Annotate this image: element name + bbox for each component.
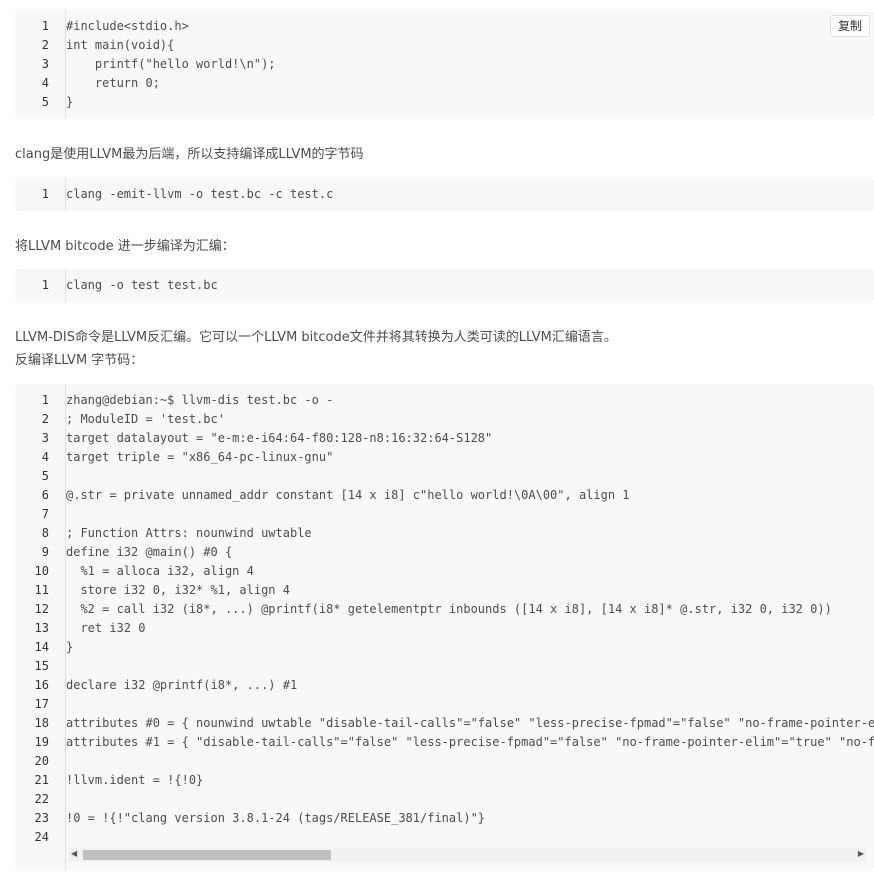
code-line: 23 !0 = !{!"clang version 3.8.1-24 (tags/… bbox=[15, 809, 874, 828]
code-line: 3 printf("hello world!\n"); bbox=[15, 55, 874, 74]
code-text: !0 = !{!"clang version 3.8.1-24 (tags/RE… bbox=[66, 811, 486, 825]
horizontal-scrollbar[interactable]: ◀ ▶ bbox=[69, 848, 866, 862]
code-line: 21 !llvm.ident = !{!0} bbox=[15, 771, 874, 790]
line-number: 21 bbox=[34, 773, 49, 787]
code-line: 7 bbox=[15, 505, 874, 524]
line-number: 3 bbox=[41, 431, 49, 445]
line-number: 20 bbox=[34, 754, 49, 768]
paragraph-disassemble: 反编译LLVM 字节码： bbox=[15, 353, 144, 368]
code-text: ret i32 0 bbox=[66, 621, 146, 635]
code-text: attributes #1 = { "disable-tail-calls"="… bbox=[66, 735, 874, 749]
line-number: 11 bbox=[34, 583, 49, 597]
code-text: target datalayout = "e-m:e-i64:64-f80:12… bbox=[66, 431, 493, 445]
code-line: 8 ; Function Attrs: nounwind uwtable bbox=[15, 524, 874, 543]
code-text: store i32 0, i32* %1, align 4 bbox=[66, 583, 290, 597]
line-number: 6 bbox=[41, 488, 49, 502]
code-text: int main(void){ bbox=[66, 38, 175, 52]
line-number: 3 bbox=[41, 57, 49, 71]
code-text: printf("hello world!\n"); bbox=[66, 57, 276, 71]
code-text: return 0; bbox=[66, 76, 160, 90]
copy-button[interactable]: 复制 bbox=[829, 15, 870, 37]
code-line: 6 @.str = private unnamed_addr constant [… bbox=[15, 486, 874, 505]
line-number: 1 bbox=[41, 278, 49, 292]
code-line: 15 bbox=[15, 657, 874, 676]
code-text: attributes #0 = { nounwind uwtable "disa… bbox=[66, 716, 874, 730]
paragraph-llvm-dis: LLVM-DIS命令是LLVM反汇编。它可以一个LLVM bitcode文件并将… bbox=[15, 330, 617, 345]
code-line: 16 declare i32 @printf(i8*, ...) #1 bbox=[15, 676, 874, 695]
code-text: zhang@debian:~$ llvm-dis test.bc -o - bbox=[66, 393, 334, 407]
code-text: ; ModuleID = 'test.bc' bbox=[66, 412, 225, 426]
code-text: #include<stdio.h> bbox=[66, 19, 189, 33]
line-number: 15 bbox=[34, 659, 49, 673]
line-number: 12 bbox=[34, 602, 49, 616]
line-number: 24 bbox=[34, 830, 49, 844]
code-line: 9 define i32 @main() #0 { bbox=[15, 543, 874, 562]
code-line: 1 zhang@debian:~$ llvm-dis test.bc -o - bbox=[15, 391, 874, 410]
code-line: 24 bbox=[15, 828, 874, 847]
line-number: 8 bbox=[41, 526, 49, 540]
line-number: 9 bbox=[41, 545, 49, 559]
code-text: } bbox=[66, 640, 74, 654]
code-line: 1 clang -emit-llvm -o test.bc -c test.c bbox=[15, 185, 874, 204]
code-text: clang -emit-llvm -o test.bc -c test.c bbox=[66, 187, 334, 201]
code-line: 22 bbox=[15, 790, 874, 809]
code-text: } bbox=[66, 95, 74, 109]
line-number: 22 bbox=[34, 792, 49, 806]
code-line: 19 attributes #1 = { "disable-tail-calls"… bbox=[15, 733, 874, 752]
code-line: 12 %2 = call i32 (i8*, ...) @printf(i8* … bbox=[15, 600, 874, 619]
code-line: 1 #include<stdio.h> bbox=[15, 17, 874, 36]
line-number: 7 bbox=[41, 507, 49, 521]
code-line: 2 ; ModuleID = 'test.bc' bbox=[15, 410, 874, 429]
code-text: ; Function Attrs: nounwind uwtable bbox=[66, 526, 312, 540]
code-text: define i32 @main() #0 { bbox=[66, 545, 233, 559]
code-line: 17 bbox=[15, 695, 874, 714]
scroll-left-arrow-icon[interactable]: ◀ bbox=[71, 849, 77, 858]
line-number: 4 bbox=[41, 76, 49, 90]
paragraph-clang: clang是使用LLVM最为后端，所以支持编译成LLVM的字节码 bbox=[15, 147, 364, 162]
code-block-source: 1 #include<stdio.h> 2 int main(void){ 3 prin… bbox=[15, 10, 874, 118]
code-line: 11 store i32 0, i32* %1, align 4 bbox=[15, 581, 874, 600]
code-line: 10 %1 = alloca i32, align 4 bbox=[15, 562, 874, 581]
code-line: 2 int main(void){ bbox=[15, 36, 874, 55]
code-text: clang -o test test.bc bbox=[66, 278, 218, 292]
scrollbar-thumb[interactable] bbox=[83, 850, 331, 860]
line-number: 19 bbox=[34, 735, 49, 749]
code-text: @.str = private unnamed_addr constant [1… bbox=[66, 488, 630, 502]
code-text: declare i32 @printf(i8*, ...) #1 bbox=[66, 678, 298, 692]
code-text: %1 = alloca i32, align 4 bbox=[66, 564, 254, 578]
code-block-llvm-ir: 1 zhang@debian:~$ llvm-dis test.bc -o - 2;… bbox=[15, 384, 874, 870]
code-line: 4 return 0; bbox=[15, 74, 874, 93]
code-block-emit: 1 clang -emit-llvm -o test.bc -c test.c bbox=[15, 178, 874, 211]
code-text: %2 = call i32 (i8*, ...) @printf(i8* get… bbox=[66, 602, 832, 616]
line-number: 4 bbox=[41, 450, 49, 464]
code-line: 1 clang -o test test.bc bbox=[15, 276, 874, 295]
line-number: 1 bbox=[41, 19, 49, 33]
code-line: 18 attributes #0 = { nounwind uwtable "di… bbox=[15, 714, 874, 733]
code-line: 14} bbox=[15, 638, 874, 657]
line-number: 2 bbox=[41, 38, 49, 52]
line-number: 10 bbox=[34, 564, 49, 578]
code-line: 13 ret i32 0 bbox=[15, 619, 874, 638]
code-line: 4 target triple = "x86_64-pc-linux-gnu" bbox=[15, 448, 874, 467]
line-number: 5 bbox=[41, 469, 49, 483]
scroll-right-arrow-icon[interactable]: ▶ bbox=[858, 849, 864, 858]
line-number: 13 bbox=[34, 621, 49, 635]
code-line: 20 bbox=[15, 752, 874, 771]
line-number: 14 bbox=[34, 640, 49, 654]
line-number: 2 bbox=[41, 412, 49, 426]
code-block-compile: 1 clang -o test test.bc bbox=[15, 269, 874, 302]
code-line: 5} bbox=[15, 93, 874, 112]
code-line: 5 bbox=[15, 467, 874, 486]
line-number: 16 bbox=[34, 678, 49, 692]
line-number: 1 bbox=[41, 393, 49, 407]
line-number: 18 bbox=[34, 716, 49, 730]
code-line: 3 target datalayout = "e-m:e-i64:64-f80:1… bbox=[15, 429, 874, 448]
line-number: 17 bbox=[34, 697, 49, 711]
paragraph-bitcode: 将LLVM bitcode 进一步编译为汇编： bbox=[15, 239, 235, 254]
line-number: 5 bbox=[41, 95, 49, 109]
code-text: target triple = "x86_64-pc-linux-gnu" bbox=[66, 450, 334, 464]
line-number: 1 bbox=[41, 187, 49, 201]
line-number: 23 bbox=[34, 811, 49, 825]
code-text: !llvm.ident = !{!0} bbox=[66, 773, 204, 787]
